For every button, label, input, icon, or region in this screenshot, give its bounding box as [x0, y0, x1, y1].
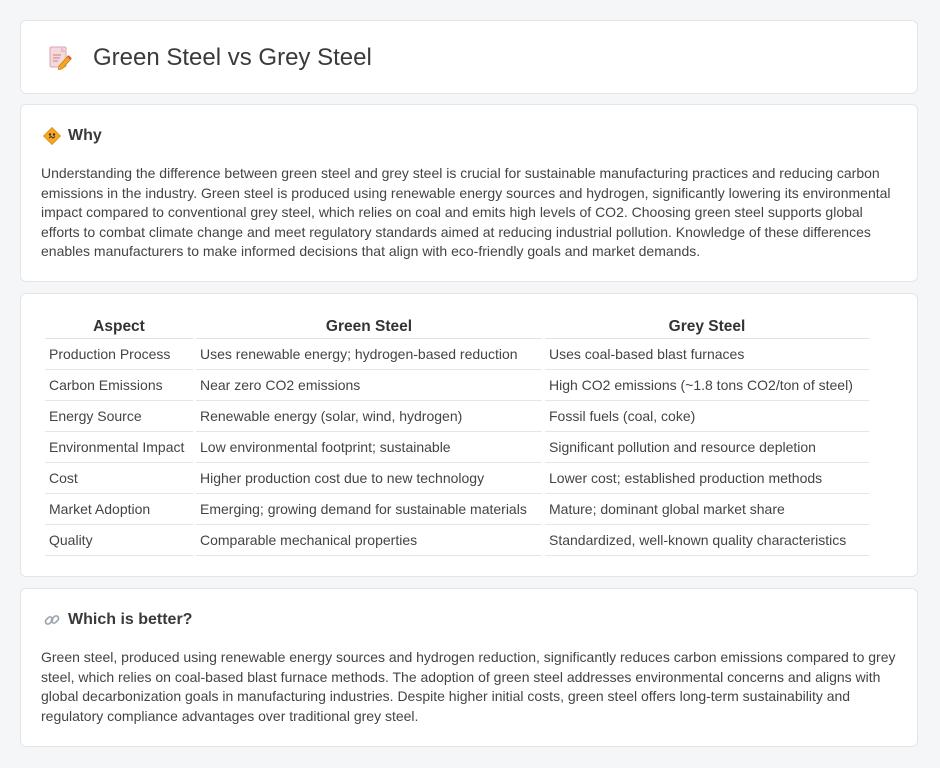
- table-row: Market Adoption Emerging; growing demand…: [45, 494, 869, 525]
- cell-green: Near zero CO2 emissions: [196, 370, 542, 401]
- header-grey-steel: Grey Steel: [545, 315, 869, 339]
- cell-aspect: Energy Source: [45, 401, 193, 432]
- cell-grey: Standardized, well-known quality charact…: [545, 525, 869, 556]
- cell-grey: Fossil fuels (coal, coke): [545, 401, 869, 432]
- cell-grey: High CO2 emissions (~1.8 tons CO2/ton of…: [545, 370, 869, 401]
- cell-aspect: Market Adoption: [45, 494, 193, 525]
- cell-green: Low environmental footprint; sustainable: [196, 432, 542, 463]
- cell-grey: Lower cost; established production metho…: [545, 463, 869, 494]
- cell-grey: Uses coal-based blast furnaces: [545, 339, 869, 370]
- cell-grey: Significant pollution and resource deple…: [545, 432, 869, 463]
- header-aspect: Aspect: [45, 315, 193, 339]
- table-row: Quality Comparable mechanical properties…: [45, 525, 869, 556]
- link-icon: [43, 611, 61, 629]
- table-row: Energy Source Renewable energy (solar, w…: [45, 401, 869, 432]
- why-text: Understanding the difference between gre…: [41, 165, 891, 259]
- comparison-table: Aspect Green Steel Grey Steel Production…: [42, 315, 872, 556]
- better-title: Which is better?: [68, 611, 193, 628]
- title-card: Green Steel vs Grey Steel: [20, 20, 918, 94]
- cell-green: Higher production cost due to new techno…: [196, 463, 542, 494]
- cell-green: Emerging; growing demand for sustainable…: [196, 494, 542, 525]
- header-green-steel: Green Steel: [196, 315, 542, 339]
- cell-aspect: Carbon Emissions: [45, 370, 193, 401]
- document-pencil-icon: [47, 44, 73, 72]
- title-row: Green Steel vs Grey Steel: [47, 43, 372, 73]
- table-row: Environmental Impact Low environmental f…: [45, 432, 869, 463]
- table-row: Carbon Emissions Near zero CO2 emissions…: [45, 370, 869, 401]
- cell-aspect: Environmental Impact: [45, 432, 193, 463]
- table-header-row: Aspect Green Steel Grey Steel: [45, 315, 869, 339]
- why-title: Why: [68, 127, 102, 144]
- cell-aspect: Cost: [45, 463, 193, 494]
- cell-green: Comparable mechanical properties: [196, 525, 542, 556]
- why-heading: Why: [42, 126, 102, 146]
- why-card: Why Understanding the difference between…: [20, 104, 918, 282]
- cell-aspect: Production Process: [45, 339, 193, 370]
- table-row: Production Process Uses renewable energy…: [45, 339, 869, 370]
- table-row: Cost Higher production cost due to new t…: [45, 463, 869, 494]
- better-card: Which is better? Green steel, produced u…: [20, 588, 918, 747]
- better-text: Green steel, produced using renewable en…: [41, 649, 896, 724]
- cell-aspect: Quality: [45, 525, 193, 556]
- cell-grey: Mature; dominant global market share: [545, 494, 869, 525]
- better-heading: Which is better?: [43, 610, 192, 630]
- comparison-card: Aspect Green Steel Grey Steel Production…: [20, 293, 918, 577]
- cell-green: Uses renewable energy; hydrogen-based re…: [196, 339, 542, 370]
- caution-sign-icon: [42, 126, 62, 146]
- cell-green: Renewable energy (solar, wind, hydrogen): [196, 401, 542, 432]
- page-title: Green Steel vs Grey Steel: [93, 44, 372, 71]
